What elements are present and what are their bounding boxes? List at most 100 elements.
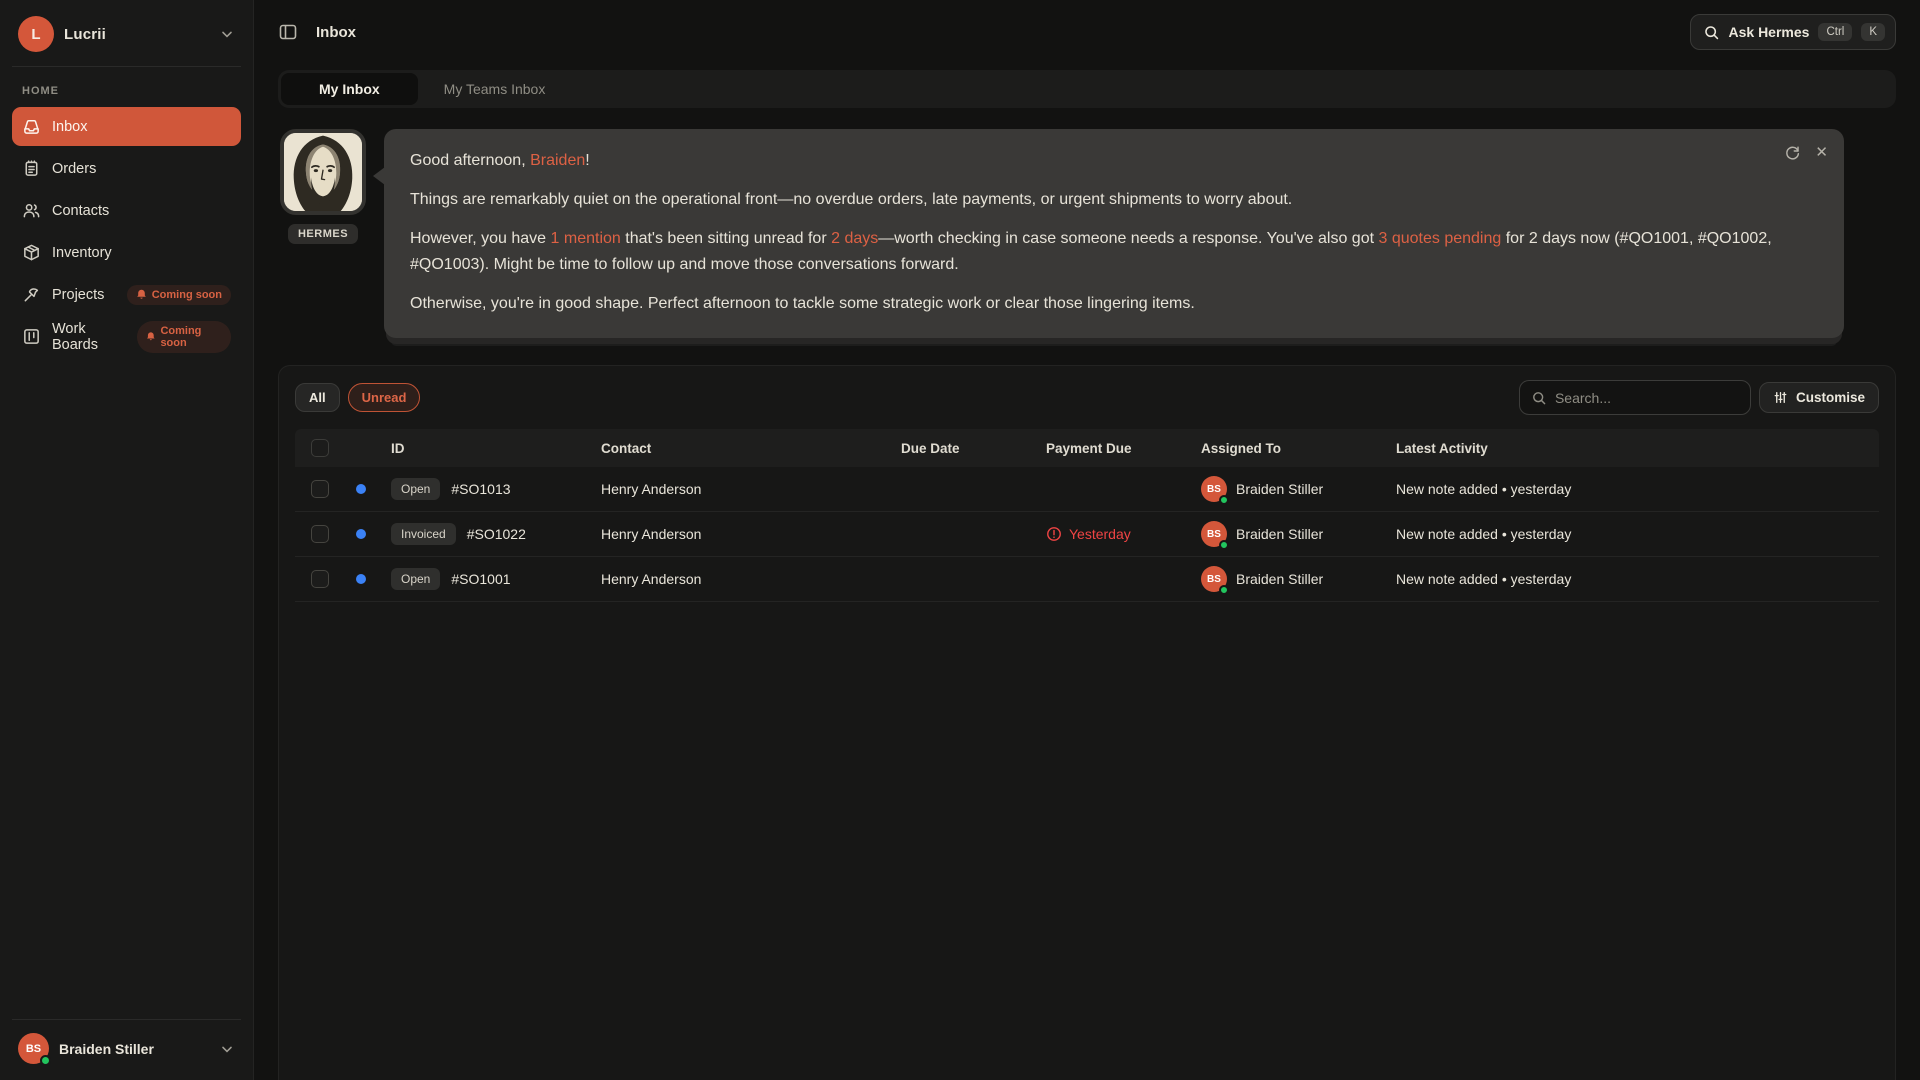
table-row[interactable]: Open #SO1013 Henry Anderson BS Braiden S…: [295, 467, 1879, 512]
sidebar-item-label: Orders: [52, 161, 96, 177]
order-id: #SO1013: [451, 481, 510, 497]
ask-hermes-label: Ask Hermes: [1729, 24, 1810, 40]
online-status-dot: [1219, 540, 1229, 550]
inventory-icon: [22, 243, 41, 262]
avatar: BS: [1201, 566, 1227, 592]
latest-activity-cell: New note added • yesterday: [1396, 481, 1879, 497]
tab-my-inbox[interactable]: My Inbox: [281, 73, 418, 105]
board-icon: [22, 327, 41, 346]
search-input[interactable]: [1555, 390, 1739, 406]
sidebar-item-projects[interactable]: Projects Coming soon: [12, 275, 241, 314]
bell-icon: [146, 331, 156, 342]
avatar: BS: [1201, 476, 1227, 502]
search-icon: [1531, 390, 1547, 406]
assistant-identity: HERMES: [278, 129, 368, 244]
inbox-list-panel: All Unread Customise ID Contact Due Date…: [278, 365, 1896, 1080]
workspace-switcher[interactable]: L Lucrii: [12, 12, 241, 67]
sidebar-item-label: Work Boards: [52, 321, 126, 353]
sliders-icon: [1773, 390, 1788, 405]
latest-activity-cell: New note added • yesterday: [1396, 571, 1879, 587]
assignee-name: Braiden Stiller: [1236, 481, 1323, 497]
contact-cell: Henry Anderson: [601, 526, 901, 542]
greeting-line: Good afternoon, Braiden!: [410, 148, 1818, 174]
hammer-icon: [22, 285, 41, 304]
filter-unread-button[interactable]: Unread: [348, 383, 421, 412]
greeting-user-name: Braiden: [530, 152, 585, 169]
inbox-icon: [22, 117, 41, 136]
row-checkbox[interactable]: [311, 525, 329, 543]
chevron-down-icon: [219, 1041, 235, 1057]
topbar: Inbox Ask Hermes Ctrl K: [254, 0, 1920, 64]
assistant-paragraph: Things are remarkably quiet on the opera…: [410, 187, 1818, 213]
online-status-dot: [1219, 585, 1229, 595]
assistant-paragraph: However, you have 1 mention that's been …: [410, 226, 1818, 278]
bell-icon: [136, 289, 147, 300]
column-header-latest-activity[interactable]: Latest Activity: [1396, 441, 1879, 456]
latest-activity-cell: New note added • yesterday: [1396, 526, 1879, 542]
ctrl-key-badge: Ctrl: [1818, 23, 1852, 41]
sidebar-section-home: HOME: [22, 85, 231, 97]
sidebar-item-inbox[interactable]: Inbox: [12, 107, 241, 146]
ask-hermes-button[interactable]: Ask Hermes Ctrl K: [1690, 14, 1897, 50]
sidebar-toggle-icon[interactable]: [278, 22, 298, 42]
user-menu[interactable]: BS Braiden Stiller: [12, 1019, 241, 1066]
quotes-pending-link[interactable]: 3 quotes pending: [1379, 230, 1502, 247]
unread-dot: [356, 529, 366, 539]
orders-icon: [22, 159, 41, 178]
sidebar-item-inventory[interactable]: Inventory: [12, 233, 241, 272]
brand-name: Lucrii: [64, 26, 106, 43]
status-badge: Open: [391, 478, 440, 500]
avatar: BS: [18, 1033, 49, 1064]
close-icon[interactable]: ✕: [1815, 143, 1828, 161]
sidebar-item-work-boards[interactable]: Work Boards Coming soon: [12, 317, 241, 356]
online-status-dot: [40, 1055, 51, 1066]
sidebar-item-label: Inbox: [52, 119, 87, 135]
table-row[interactable]: Open #SO1001 Henry Anderson BS Braiden S…: [295, 557, 1879, 602]
customise-button[interactable]: Customise: [1759, 382, 1879, 413]
column-header-id[interactable]: ID: [391, 441, 601, 456]
mention-link[interactable]: 1 mention: [551, 230, 621, 247]
assistant-greeting-section: HERMES ✕ Good afternoon, Braiden! Things…: [254, 129, 1920, 338]
online-status-dot: [1219, 495, 1229, 505]
sidebar-item-orders[interactable]: Orders: [12, 149, 241, 188]
warning-icon: [1046, 526, 1062, 542]
days-highlight: 2 days: [831, 230, 878, 247]
order-id: #SO1022: [467, 526, 526, 542]
row-checkbox[interactable]: [311, 480, 329, 498]
page-title: Inbox: [316, 24, 356, 41]
column-header-assigned-to[interactable]: Assigned To: [1201, 441, 1396, 456]
avatar: BS: [1201, 521, 1227, 547]
row-checkbox[interactable]: [311, 570, 329, 588]
column-header-contact[interactable]: Contact: [601, 441, 901, 456]
user-name: Braiden Stiller: [59, 1041, 154, 1057]
search-icon: [1703, 24, 1720, 41]
brand-logo: L: [18, 16, 54, 52]
main-area: Inbox Ask Hermes Ctrl K My Inbox My Team…: [254, 0, 1920, 1080]
sidebar-item-label: Projects: [52, 287, 104, 303]
sidebar-item-label: Inventory: [52, 245, 112, 261]
sidebar: L Lucrii HOME Inbox Orders Contacts Inve…: [0, 0, 254, 1080]
tab-my-teams-inbox[interactable]: My Teams Inbox: [418, 73, 572, 105]
column-header-due-date[interactable]: Due Date: [901, 441, 1046, 456]
payment-due-cell: Yesterday: [1046, 526, 1201, 542]
sidebar-item-contacts[interactable]: Contacts: [12, 191, 241, 230]
table-row[interactable]: Invoiced #SO1022 Henry Anderson Yesterda…: [295, 512, 1879, 557]
filter-all-button[interactable]: All: [295, 383, 340, 412]
sidebar-item-label: Contacts: [52, 203, 109, 219]
unread-dot: [356, 484, 366, 494]
order-id: #SO1001: [451, 571, 510, 587]
assignee-name: Braiden Stiller: [1236, 526, 1323, 542]
contact-cell: Henry Anderson: [601, 481, 901, 497]
select-all-checkbox[interactable]: [311, 439, 329, 457]
assignee-name: Braiden Stiller: [1236, 571, 1323, 587]
hermes-name-badge: HERMES: [288, 224, 358, 244]
chevron-down-icon: [219, 26, 235, 42]
coming-soon-badge: Coming soon: [137, 321, 231, 353]
refresh-icon[interactable]: [1784, 144, 1801, 161]
coming-soon-badge: Coming soon: [127, 285, 231, 305]
status-badge: Open: [391, 568, 440, 590]
k-key-badge: K: [1861, 23, 1885, 41]
column-header-payment-due[interactable]: Payment Due: [1046, 441, 1201, 456]
search-box[interactable]: [1519, 380, 1751, 415]
contacts-icon: [22, 201, 41, 220]
